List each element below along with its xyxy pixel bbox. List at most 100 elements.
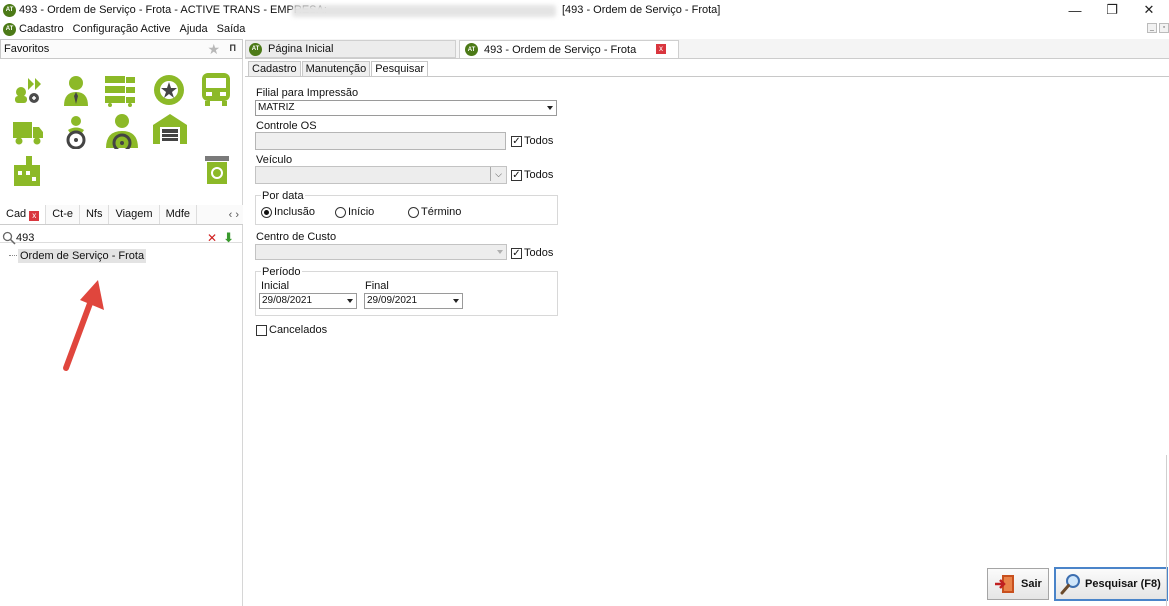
search-icon xyxy=(2,231,16,245)
sidebar-search: 493 ✕ ⬇ xyxy=(0,229,243,247)
radio-inicio-label: Início xyxy=(348,206,375,218)
driver-icon[interactable] xyxy=(62,115,90,149)
tab-viagem[interactable]: Viagem xyxy=(109,205,160,224)
tab-cadastro[interactable]: Cadastro xyxy=(248,61,301,77)
menu-ajuda[interactable]: Ajuda xyxy=(179,23,207,35)
window-title: 493 - Ordem de Serviço - Frota - ACTIVE … xyxy=(19,4,327,16)
controle-os-input[interactable] xyxy=(255,132,506,150)
inicial-date-picker[interactable]: 29/08/2021 xyxy=(259,293,357,309)
search-input[interactable]: 493 xyxy=(16,232,34,244)
left-panel: Favoritos ★ П Cad x Ct-e Nfs Viagem Mdfe… xyxy=(0,39,243,606)
pin-icon[interactable]: П xyxy=(230,43,236,53)
controle-os-label: Controle OS xyxy=(256,120,317,132)
veiculo-todos-checkbox[interactable]: ✓ Todos xyxy=(511,169,553,181)
final-date-value: 29/09/2021 xyxy=(367,295,418,306)
cancelados-checkbox[interactable]: Cancelados xyxy=(256,324,327,336)
radio-selected-icon xyxy=(261,206,272,218)
inicial-label: Inicial xyxy=(261,280,290,292)
chevron-down-icon xyxy=(453,299,459,303)
tab-pesquisar[interactable]: Pesquisar xyxy=(371,61,429,77)
app-logo-icon: AT xyxy=(3,22,16,36)
radio-termino[interactable]: Término xyxy=(408,206,461,218)
sidebar-tabs: Cad x Ct-e Nfs Viagem Mdfe ‹ › xyxy=(0,205,243,225)
tab-ordem-servico-label: 493 - Ordem de Serviço - Frota xyxy=(484,43,637,56)
todos-label: Todos xyxy=(524,135,554,147)
tab-cad-label: Cad xyxy=(6,208,27,220)
fleet-icon[interactable] xyxy=(104,73,140,107)
mdi-controls: _ ▫ xyxy=(1147,23,1169,33)
cancelados-label: Cancelados xyxy=(269,324,328,336)
mdi-restore-button[interactable]: ▫ xyxy=(1159,23,1169,33)
radio-icon xyxy=(408,206,419,218)
pesquisar-label: Pesquisar (F8) xyxy=(1085,578,1161,590)
minimize-button[interactable]: — xyxy=(1057,0,1093,20)
menu-saida[interactable]: Saída xyxy=(217,23,246,35)
star-icon[interactable]: ★ xyxy=(207,41,220,58)
redacted-company-name xyxy=(292,5,556,17)
download-arrow-icon[interactable]: ⬇ xyxy=(223,230,234,246)
favorites-label: Favoritos xyxy=(4,43,50,55)
tab-pagina-inicial-label: Página Inicial xyxy=(268,43,334,55)
radio-termino-label: Término xyxy=(421,206,462,218)
menu-configuracao[interactable]: Configuração Active xyxy=(73,23,171,35)
centro-custo-select[interactable] xyxy=(255,244,507,260)
checkbox-icon: ✓ xyxy=(511,135,522,147)
person-icon[interactable] xyxy=(62,75,90,107)
inicial-date-value: 29/08/2021 xyxy=(262,295,313,306)
menu-cadastro[interactable]: Cadastro xyxy=(19,23,64,35)
exit-door-icon xyxy=(995,575,1014,593)
filial-select[interactable]: MATRIZ xyxy=(255,100,557,116)
chevron-down-icon[interactable]: ⌵ xyxy=(490,167,506,181)
tab-scroll-arrows[interactable]: ‹ › xyxy=(229,209,239,221)
radio-icon xyxy=(335,206,346,218)
final-date-picker[interactable]: 29/09/2021 xyxy=(364,293,463,309)
add-vehicle-icon[interactable] xyxy=(12,75,44,105)
app-logo-icon: AT xyxy=(3,3,16,17)
chevron-down-icon xyxy=(497,250,503,254)
tab-cad[interactable]: Cad x xyxy=(0,205,47,224)
document-tabs: AT Página Inicial AT 493 - Ordem de Serv… xyxy=(245,39,1169,59)
right-edge-divider xyxy=(1166,455,1167,606)
tab-cte[interactable]: Ct-e xyxy=(46,205,80,224)
veiculo-label: Veículo xyxy=(256,154,293,166)
controle-todos-checkbox[interactable]: ✓ Todos xyxy=(511,135,553,147)
final-label: Final xyxy=(365,280,389,292)
steering-person-icon[interactable] xyxy=(104,113,140,149)
filial-value: MATRIZ xyxy=(258,102,295,113)
veiculo-select[interactable]: ⌵ xyxy=(255,166,507,184)
truck-icon[interactable] xyxy=(12,119,44,147)
pesquisar-button[interactable]: Pesquisar (F8) xyxy=(1054,567,1168,601)
tire-icon[interactable] xyxy=(153,73,185,107)
checkbox-icon xyxy=(256,324,267,336)
tab-mdfe[interactable]: Mdfe xyxy=(160,205,198,224)
close-button[interactable]: ✕ xyxy=(1131,0,1167,20)
radio-inclusao[interactable]: Inclusão xyxy=(261,206,315,218)
close-tab-icon[interactable]: x xyxy=(656,44,666,54)
chevron-down-icon xyxy=(347,299,353,303)
favorites-header[interactable]: Favoritos ★ П xyxy=(0,39,243,59)
restore-button[interactable]: ❐ xyxy=(1094,0,1130,20)
clear-search-icon[interactable]: ✕ xyxy=(207,231,217,245)
recycle-bin-icon[interactable] xyxy=(203,155,231,185)
close-icon[interactable]: x xyxy=(29,211,40,221)
tab-ordem-servico[interactable]: AT 493 - Ordem de Serviço - Frota x xyxy=(459,40,679,58)
app-logo-icon: AT xyxy=(465,43,478,56)
todos-label: Todos xyxy=(524,247,554,259)
tab-divider xyxy=(245,76,1169,77)
tree-item[interactable]: Ordem de Serviço - Frota xyxy=(18,249,147,263)
centro-todos-checkbox[interactable]: ✓ Todos xyxy=(511,247,553,259)
tab-pagina-inicial[interactable]: AT Página Inicial xyxy=(245,40,456,58)
magnifier-icon xyxy=(1060,574,1080,595)
por-data-label: Por data xyxy=(261,190,305,202)
mdi-minimize-button[interactable]: _ xyxy=(1147,23,1157,33)
sair-button[interactable]: Sair xyxy=(987,568,1049,600)
menu-bar: AT Cadastro Configuração Active Ajuda Sa… xyxy=(0,20,1169,38)
periodo-label: Período xyxy=(261,266,302,278)
garage-icon[interactable] xyxy=(152,113,188,145)
tab-nfs[interactable]: Nfs xyxy=(80,205,110,224)
radio-inicio[interactable]: Início xyxy=(335,206,374,218)
tab-manutencao[interactable]: Manutenção xyxy=(301,61,371,77)
bus-icon[interactable] xyxy=(199,71,233,107)
factory-icon[interactable] xyxy=(12,155,42,187)
chevron-down-icon xyxy=(547,106,553,110)
